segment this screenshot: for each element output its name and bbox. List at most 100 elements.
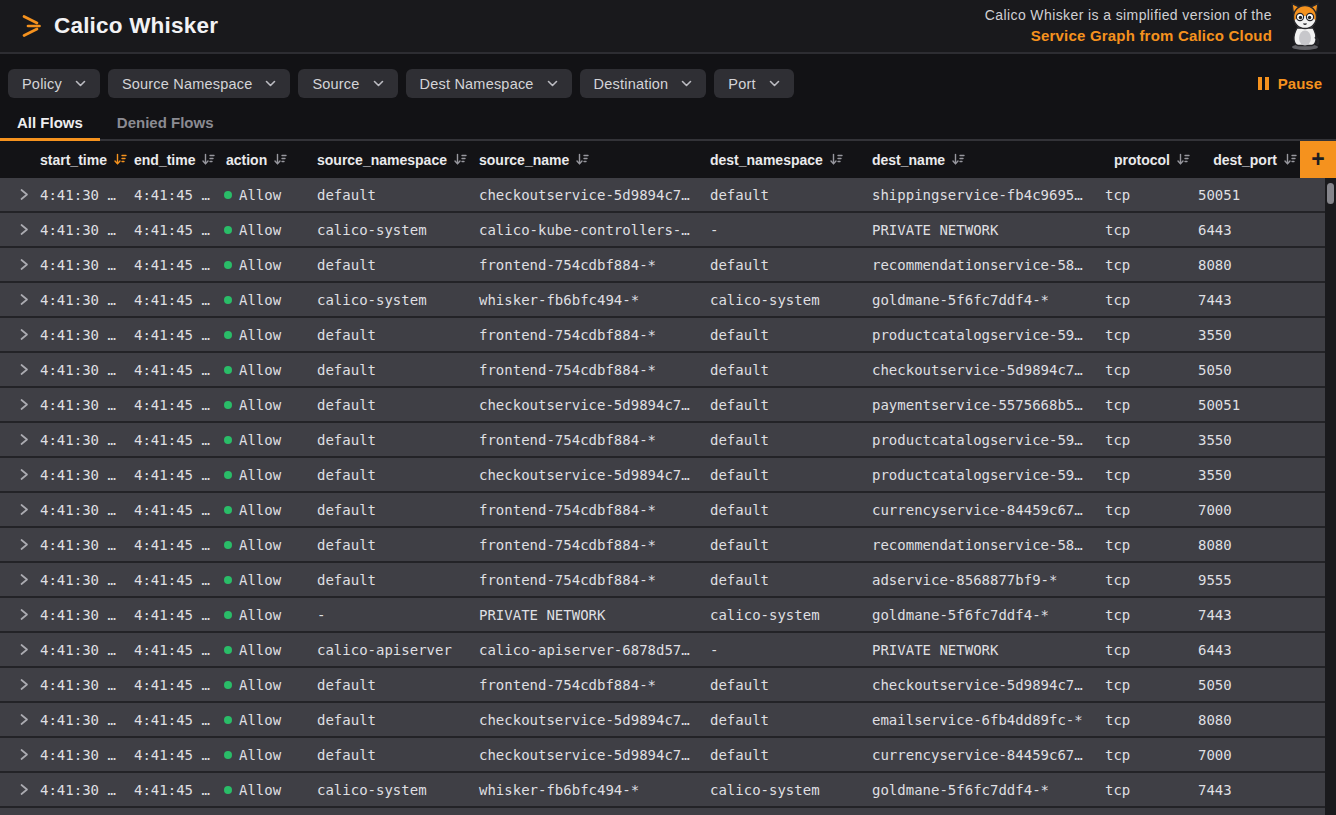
allow-status-dot-icon xyxy=(224,716,232,724)
cell-dest_name: shippingservice-fb4c9695… xyxy=(868,187,1101,203)
sort-icon[interactable] xyxy=(952,153,965,166)
sort-icon[interactable] xyxy=(1177,153,1190,166)
row-expander[interactable] xyxy=(0,188,36,201)
table-row[interactable]: 4:41:30 …4:41:45 …Allowdefaultfrontend-7… xyxy=(0,563,1325,598)
cell-action: Allow xyxy=(222,292,313,308)
column-header-start_time[interactable]: start_time xyxy=(36,152,130,168)
row-expander[interactable] xyxy=(0,678,36,691)
row-expander[interactable] xyxy=(0,538,36,551)
row-expander[interactable] xyxy=(0,258,36,271)
sort-icon[interactable] xyxy=(1284,153,1297,166)
cell-end_time: 4:41:45 … xyxy=(130,397,222,413)
filter-pill-source-namespace[interactable]: Source Namespace xyxy=(108,69,291,98)
cell-dest_namespace: calico-system xyxy=(706,607,868,623)
tab-all-flows[interactable]: All Flows xyxy=(0,106,100,141)
vertical-scrollbar-track[interactable] xyxy=(1325,178,1336,815)
chevron-right-icon xyxy=(18,293,30,306)
table-row[interactable]: 4:41:30 …4:41:45 …Allowdefaultcheckoutse… xyxy=(0,388,1325,423)
cell-source_namespace: default xyxy=(313,187,475,203)
filter-pill-port[interactable]: Port xyxy=(714,69,793,98)
row-expander[interactable] xyxy=(0,503,36,516)
sort-icon[interactable] xyxy=(576,153,589,166)
add-column-button[interactable]: + xyxy=(1300,141,1336,178)
row-expander[interactable] xyxy=(0,328,36,341)
cell-dest_name: goldmane-5f6fc7ddf4-* xyxy=(868,292,1101,308)
column-header-source_name[interactable]: source_name xyxy=(475,152,706,168)
cell-end_time: 4:41:45 … xyxy=(130,747,222,763)
table-row[interactable]: 4:41:30 …4:41:45 …Allowdefaultcheckoutse… xyxy=(0,458,1325,493)
vertical-scrollbar-thumb[interactable] xyxy=(1327,183,1334,204)
row-expander[interactable] xyxy=(0,293,36,306)
cell-dest_namespace: default xyxy=(706,502,868,518)
row-expander[interactable] xyxy=(0,398,36,411)
filter-pill-destination[interactable]: Destination xyxy=(580,69,707,98)
table-row[interactable]: 4:41:30 …4:41:45 …Allowdefaultfrontend-7… xyxy=(0,668,1325,703)
column-header-dest_name[interactable]: dest_name xyxy=(868,152,1101,168)
table-row[interactable]: 4:41:30 …4:41:45 …Allowcalico-systemwhis… xyxy=(0,773,1325,808)
allow-status-dot-icon xyxy=(224,436,232,444)
cell-dest_port: 6443 xyxy=(1194,642,1325,658)
sort-icon[interactable] xyxy=(202,153,215,166)
action-label: Allow xyxy=(239,292,281,308)
sort-icon[interactable] xyxy=(830,153,843,166)
cell-source_name: frontend-754cdbf884-* xyxy=(475,537,706,553)
table-row[interactable]: 4:41:30 …4:41:45 …Allowcalico-systemcali… xyxy=(0,213,1325,248)
chevron-down-icon xyxy=(265,80,276,87)
table-row[interactable]: 4:41:30 …4:41:45 …Allowdefaultfrontend-7… xyxy=(0,493,1325,528)
table-row[interactable]: 4:41:30 …4:41:45 …Allow-PRIVATE NETWORKc… xyxy=(0,598,1325,633)
action-label: Allow xyxy=(239,467,281,483)
table-row[interactable]: 4:41:30 …4:41:45 …Allowdefaultcheckoutse… xyxy=(0,738,1325,773)
column-header-source_namespace[interactable]: source_namespace xyxy=(313,152,475,168)
cell-source_name: checkoutservice-5d9894c7… xyxy=(475,467,706,483)
cell-protocol: tcp xyxy=(1101,397,1194,413)
column-header-action[interactable]: action xyxy=(222,152,313,168)
cell-dest_name: currencyservice-84459c67… xyxy=(868,502,1101,518)
cell-start_time: 4:41:30 … xyxy=(36,607,130,623)
sort-icon[interactable] xyxy=(114,153,127,166)
table-row[interactable]: 4:41:30 …4:41:45 …Allowdefaultfrontend-7… xyxy=(0,248,1325,283)
chevron-right-icon xyxy=(18,188,30,201)
column-header-protocol[interactable]: protocol xyxy=(1101,152,1194,168)
sort-icon[interactable] xyxy=(274,153,287,166)
cell-dest_namespace: default xyxy=(706,677,868,693)
cell-source_name: checkoutservice-5d9894c7… xyxy=(475,187,706,203)
row-expander[interactable] xyxy=(0,608,36,621)
chevron-right-icon xyxy=(18,503,30,516)
row-expander[interactable] xyxy=(0,748,36,761)
row-expander[interactable] xyxy=(0,783,36,796)
chevron-right-icon xyxy=(18,328,30,341)
allow-status-dot-icon xyxy=(224,226,232,234)
cell-dest_port: 7443 xyxy=(1194,782,1325,798)
cell-dest_namespace: default xyxy=(706,572,868,588)
table-row[interactable]: 4:41:30 …4:41:45 …Allowdefaultfrontend-7… xyxy=(0,423,1325,458)
filter-pill-dest-namespace[interactable]: Dest Namespace xyxy=(406,69,572,98)
tab-denied-flows[interactable]: Denied Flows xyxy=(100,106,231,141)
table-row[interactable]: 4:41:30 …4:41:45 …Allowdefaultfrontend-7… xyxy=(0,528,1325,563)
cell-source_namespace: calico-apiserver xyxy=(313,642,475,658)
row-expander[interactable] xyxy=(0,573,36,586)
row-expander[interactable] xyxy=(0,468,36,481)
table-row[interactable]: 4:41:30 …4:41:45 …Allowdefaultcheckoutse… xyxy=(0,178,1325,213)
row-expander[interactable] xyxy=(0,433,36,446)
row-expander[interactable] xyxy=(0,223,36,236)
table-row[interactable]: 4:41:30 …4:41:45 …Allowdefaultfrontend-7… xyxy=(0,318,1325,353)
table-row[interactable]: 4:41:30 …4:41:45 …Allowcalico-systemwhis… xyxy=(0,283,1325,318)
row-expander[interactable] xyxy=(0,713,36,726)
cell-dest_port: 50051 xyxy=(1194,397,1325,413)
table-row[interactable]: 4:41:30 …4:41:45 …Allowdefaultfrontend-7… xyxy=(0,353,1325,388)
table-row[interactable]: 4:41:30 …4:41:45 …Allowdefaultcheckoutse… xyxy=(0,703,1325,738)
column-header-dest_namespace[interactable]: dest_namespace xyxy=(706,152,868,168)
cell-dest_namespace: calico-system xyxy=(706,292,868,308)
filter-pill-source[interactable]: Source xyxy=(298,69,397,98)
row-expander[interactable] xyxy=(0,643,36,656)
pause-button[interactable]: Pause xyxy=(1258,75,1322,92)
action-label: Allow xyxy=(239,677,281,693)
table-row[interactable]: 4:41:30 …4:41:45 …Allowcalico-apiserverc… xyxy=(0,633,1325,668)
tagline: Calico Whisker is a simplified version o… xyxy=(985,5,1272,47)
sort-icon[interactable] xyxy=(454,153,467,166)
filter-pill-policy[interactable]: Policy xyxy=(8,69,100,98)
cell-source_name: whisker-fb6bfc494-* xyxy=(475,782,706,798)
column-header-end_time[interactable]: end_time xyxy=(130,152,222,168)
row-expander[interactable] xyxy=(0,363,36,376)
service-graph-link[interactable]: Service Graph from Calico Cloud xyxy=(985,25,1272,47)
